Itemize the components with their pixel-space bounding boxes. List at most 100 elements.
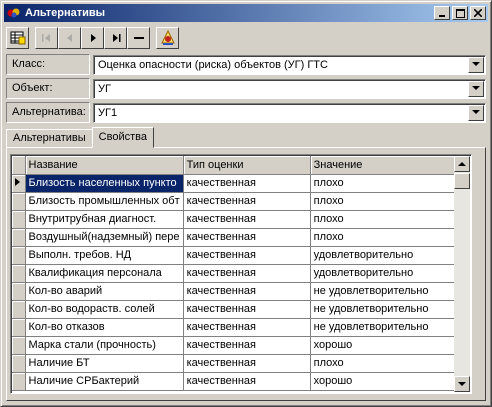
row-indicator[interactable] [12,300,26,319]
cell-value[interactable]: не удовлетворительно [310,282,460,301]
class-row: Класс: Оценка опасности (риска) объектов… [6,54,486,75]
cell-name[interactable]: Выполн. требов. НД [25,246,184,265]
cell-name[interactable]: Наличие БТ [25,354,184,373]
cell-type[interactable]: качественная [183,354,311,373]
chevron-down-icon [472,110,480,114]
minimize-button[interactable] [434,6,450,20]
cell-name[interactable]: Близость промышленных обт [25,192,184,211]
table-row[interactable]: Воздушный(надземный) пере качественная пло… [12,228,460,247]
row-indicator[interactable] [12,318,26,337]
app-icon[interactable] [6,6,22,20]
refresh-button[interactable] [156,27,179,49]
cell-type[interactable]: качественная [183,282,311,301]
alternative-row: Альтернатива: УГ1 [6,102,486,123]
row-indicator[interactable] [12,372,26,391]
row-indicator[interactable] [12,192,26,211]
column-header-value[interactable]: Значение [310,156,460,175]
class-combobox[interactable]: Оценка опасности (риска) объектов (УГ) Г… [93,54,486,75]
cell-name[interactable]: Квалификация персонала [25,264,184,283]
table-row[interactable]: Близость населенных пункто качественная пл… [12,174,460,193]
cell-type[interactable]: качественная [183,192,311,211]
cell-type[interactable]: качественная [183,372,311,391]
window-title: Альтернативы [25,7,106,19]
next-record-button[interactable] [81,27,104,49]
cell-value[interactable]: хорошо [310,336,460,355]
cell-value[interactable]: хорошо [310,372,460,391]
vertical-scrollbar[interactable] [454,156,470,392]
column-header-type[interactable]: Тип оценки [183,156,311,175]
alternative-dropdown-button[interactable] [468,104,484,121]
cell-name[interactable]: Марка стали (прочность) [25,336,184,355]
table-view-button[interactable] [6,27,29,49]
cell-name[interactable]: Наличие СРБактерий [25,372,184,391]
scroll-up-button[interactable] [454,156,470,172]
cell-value[interactable]: плохо [310,174,460,193]
table-row[interactable]: Кол-во отказов качественная не удовлетвори… [12,318,460,337]
delete-record-button[interactable] [127,27,150,49]
properties-grid[interactable]: Название Тип оценки Значение Близость на… [10,154,472,394]
indicator-header [12,156,26,175]
table-view-icon [10,31,25,45]
cell-name[interactable]: Внутритрубная диагност. [25,210,184,229]
table-row[interactable]: Марка стали (прочность) качественная хорош… [12,336,460,355]
cell-name[interactable]: Кол-во водораств. солей [25,300,184,319]
cell-name[interactable]: Воздушный(надземный) пере [25,228,184,247]
cell-type[interactable]: качественная [183,246,311,265]
cell-type[interactable]: качественная [183,264,311,283]
title-bar[interactable]: Альтернативы [4,4,488,22]
maximize-button[interactable] [452,6,468,20]
cell-type[interactable]: качественная [183,336,311,355]
alternative-combobox[interactable]: УГ1 [93,102,486,123]
cell-value[interactable]: удовлетворительно [310,246,460,265]
scroll-down-button[interactable] [454,376,470,392]
cell-value[interactable]: плохо [310,354,460,373]
class-value: Оценка опасности (риска) объектов (УГ) Г… [98,58,328,71]
tab-alternatives[interactable]: Альтернативы [6,129,93,148]
cell-name[interactable]: Кол-во аварий [25,282,184,301]
object-combobox[interactable]: УГ [93,78,486,99]
row-indicator[interactable] [12,282,26,301]
column-header-name[interactable]: Название [25,156,184,175]
last-record-button[interactable] [104,27,127,49]
cell-value[interactable]: плохо [310,192,460,211]
table-row[interactable]: Кол-во аварий качественная не удовлетворит… [12,282,460,301]
prior-record-button[interactable] [58,27,81,49]
cell-name[interactable]: Кол-во отказов [25,318,184,337]
cell-type[interactable]: качественная [183,300,311,319]
row-indicator[interactable] [12,336,26,355]
table-row[interactable]: Наличие БТ качественная плохо [12,354,460,373]
cell-type[interactable]: качественная [183,174,311,193]
close-button[interactable] [470,6,486,20]
row-indicator[interactable] [12,210,26,229]
class-dropdown-button[interactable] [468,56,484,73]
table-row[interactable]: Квалификация персонала качественная удовле… [12,264,460,283]
table-row[interactable]: Внутритрубная диагност. качественная плохо [12,210,460,229]
tab-properties[interactable]: Свойства [91,127,154,148]
cell-value[interactable]: не удовлетворительно [310,318,460,337]
class-label: Класс: [6,54,90,75]
cell-type[interactable]: качественная [183,210,311,229]
object-dropdown-button[interactable] [468,80,484,97]
chevron-down-icon [472,62,480,66]
row-indicator[interactable] [12,354,26,373]
row-indicator[interactable] [12,246,26,265]
scroll-thumb[interactable] [454,173,470,189]
cell-value[interactable]: плохо [310,228,460,247]
properties-table: Название Тип оценки Значение Близость на… [12,156,460,391]
table-row[interactable]: Наличие СРБактерий качественная хорошо [12,372,460,391]
row-indicator[interactable] [12,264,26,283]
cell-value[interactable]: плохо [310,210,460,229]
row-indicator[interactable] [12,174,26,193]
table-row[interactable]: Выполн. требов. НД качественная удовлетвор… [12,246,460,265]
first-record-icon [41,34,50,42]
cell-type[interactable]: качественная [183,228,311,247]
first-record-button[interactable] [35,27,58,49]
table-row[interactable]: Близость промышленных обт качественная пло… [12,192,460,211]
row-indicator[interactable] [12,228,26,247]
cell-name[interactable]: Близость населенных пункто [25,174,184,193]
cell-type[interactable]: качественная [183,318,311,337]
cell-value[interactable]: удовлетворительно [310,264,460,283]
grid-header: Название Тип оценки Значение [12,156,460,175]
cell-value[interactable]: не удовлетворительно [310,300,460,319]
table-row[interactable]: Кол-во водораств. солей качественная не уд… [12,300,460,319]
